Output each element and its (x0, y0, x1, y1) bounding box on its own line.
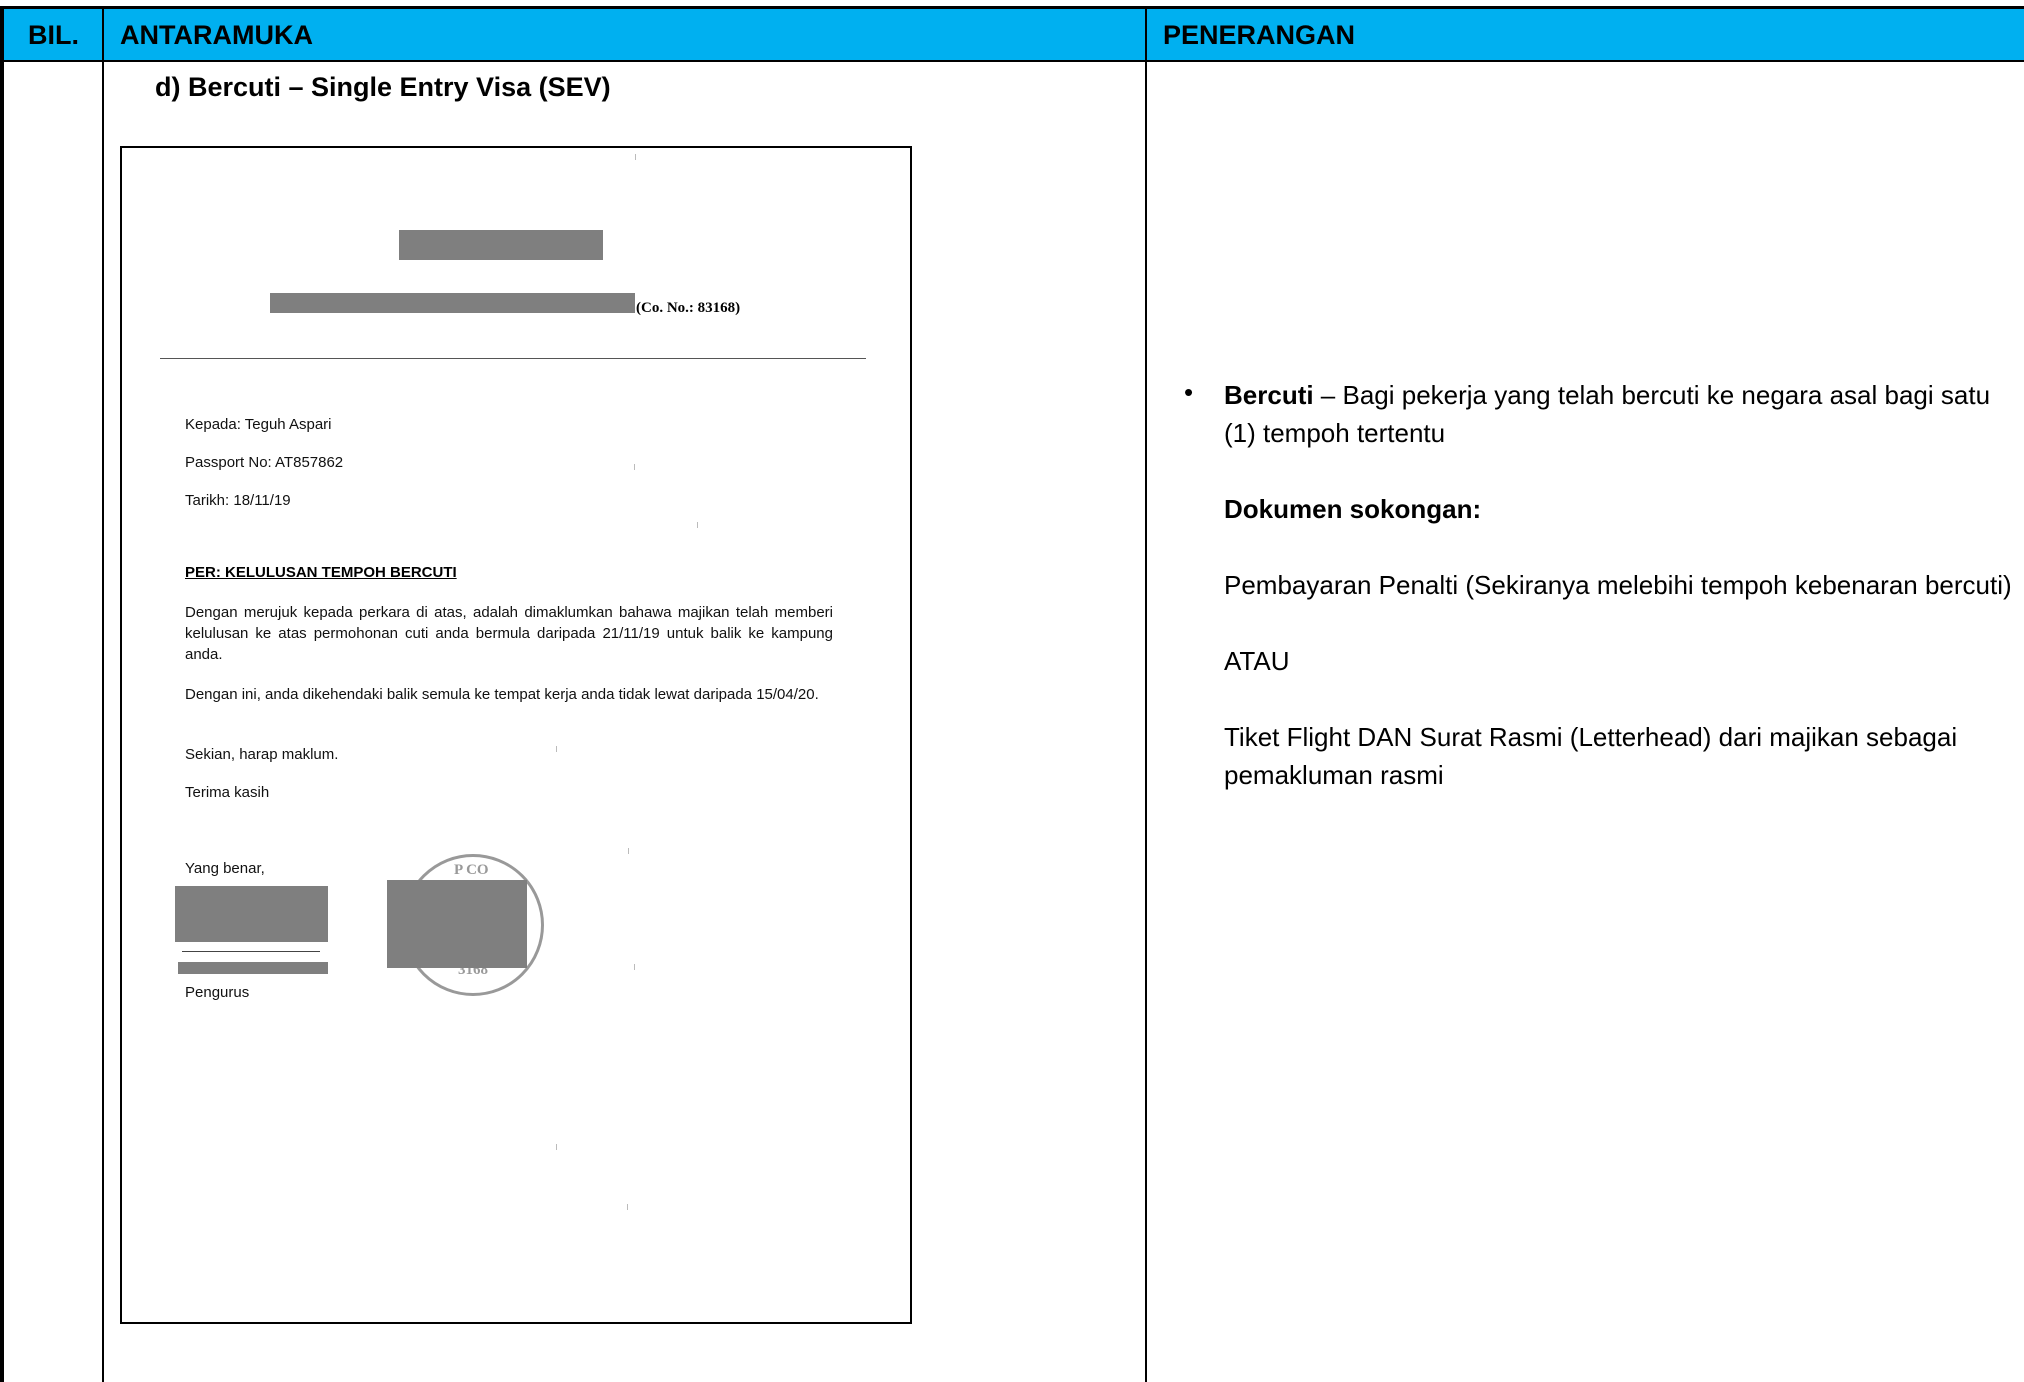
letter-date-line: Tarikh: 18/11/19 (185, 492, 291, 509)
column-divider-1 (102, 6, 104, 1382)
term-bercuti: Bercuti (1224, 380, 1314, 410)
letter-closing-2: Terima kasih (185, 784, 270, 801)
scan-speck (628, 848, 629, 854)
term-description: – Bagi pekerja yang telah bercuti ke neg… (1224, 380, 1991, 448)
header-penerangan: PENERANGAN (1163, 20, 1356, 50)
letter-paragraph-2: Dengan ini, anda dikehendaki balik semul… (185, 686, 819, 703)
column-divider-2 (1145, 6, 1147, 1382)
letter-closing-1: Sekian, harap maklum. (185, 746, 339, 763)
redacted-company-name (270, 293, 635, 313)
scan-speck (697, 522, 698, 528)
redacted-company-chinese-name (399, 230, 603, 260)
scan-speck (556, 746, 557, 752)
signature-line (182, 951, 320, 952)
scan-speck (556, 1144, 557, 1150)
document-page: BIL. ANTARAMUKA PENERANGAN d) Bercuti – … (0, 0, 2024, 1382)
table-left-border (0, 6, 4, 1382)
stamp-top-text: P CO (454, 862, 489, 878)
letter-subject: PER: KELULUSAN TEMPOH BERCUTI (185, 564, 457, 581)
header-antaramuka: ANTARAMUKA (120, 20, 313, 50)
redacted-signature (175, 886, 328, 942)
letter-position: Pengurus (185, 984, 250, 1001)
scan-speck (627, 1204, 628, 1210)
letterhead-divider (160, 358, 866, 359)
redacted-signatory-name (178, 962, 328, 974)
table-header: BIL. ANTARAMUKA PENERANGAN (0, 6, 2024, 62)
section-subtitle: d) Bercuti – Single Entry Visa (SEV) (155, 72, 611, 102)
or-separator: ATAU (1224, 646, 1290, 676)
redacted-stamp (387, 880, 527, 968)
option-penalty-payment: Pembayaran Penalti (Sekiranya melebihi t… (1224, 570, 2012, 600)
header-bil: BIL. (28, 20, 79, 50)
letter-paragraph-1: Dengan merujuk kepada perkara di atas, a… (185, 604, 833, 663)
supporting-docs-heading: Dokumen sokongan: (1224, 494, 1482, 524)
letter-to-line: Kepada: Teguh Aspari (185, 416, 332, 433)
letter-passport-line: Passport No: AT857862 (185, 454, 344, 471)
scanned-letter-image: (Co. No.: 83168) Kepada: Teguh Aspari Pa… (120, 146, 912, 1324)
scan-speck (634, 964, 635, 970)
company-number: (Co. No.: 83168) (636, 300, 741, 316)
bercuti-definition: Bercuti – Bagi pekerja yang telah bercut… (1224, 376, 2014, 452)
description-panel: Bercuti – Bagi pekerja yang telah bercut… (1224, 376, 2014, 794)
scan-speck (634, 464, 635, 470)
bullet-marker: • (1184, 377, 1194, 407)
scan-speck (635, 154, 636, 160)
option-flight-ticket-letter: Tiket Flight DAN Surat Rasmi (Letterhead… (1224, 722, 1958, 790)
letter-sign-off: Yang benar, (185, 860, 265, 877)
